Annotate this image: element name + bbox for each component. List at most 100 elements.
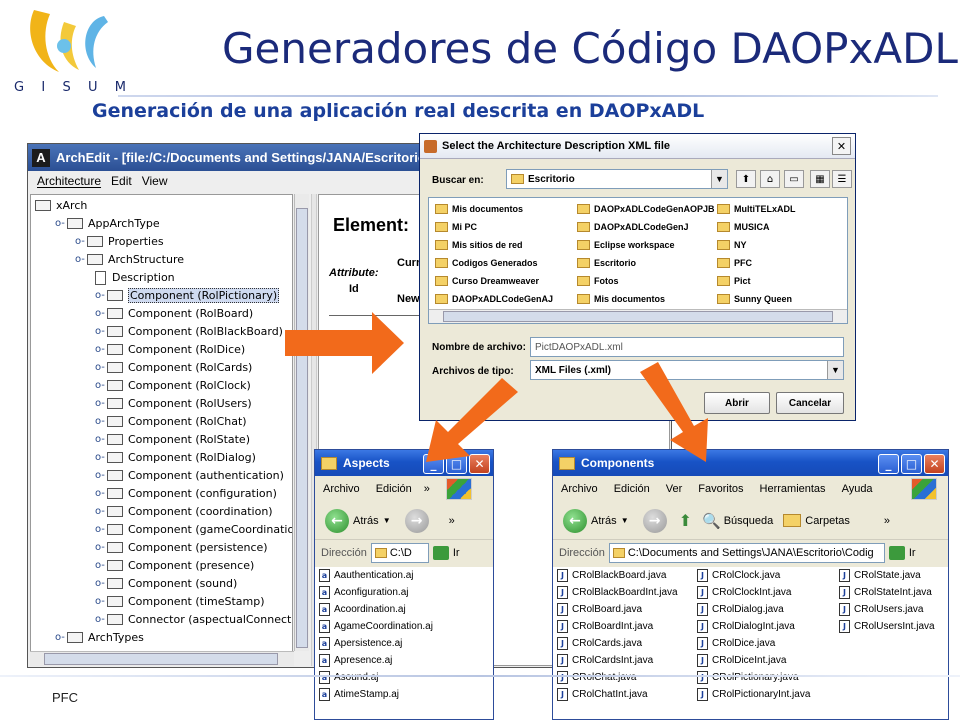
lookin-combo[interactable]: Escritorio ▼ bbox=[506, 169, 728, 189]
cancel-button[interactable]: Cancelar bbox=[776, 392, 844, 414]
menu-archivo[interactable]: Archivo bbox=[553, 483, 606, 495]
expand-handle-icon[interactable]: o- bbox=[95, 578, 107, 589]
folder-item[interactable]: DAOPxADLCodeGenAJ bbox=[435, 291, 553, 307]
expand-handle-icon[interactable]: o- bbox=[95, 542, 107, 553]
scroll-thumb[interactable] bbox=[443, 311, 833, 322]
go-icon[interactable] bbox=[432, 546, 449, 560]
menu-edit[interactable]: Edit bbox=[106, 174, 137, 188]
file-item[interactable]: a Asound.aj bbox=[319, 669, 378, 685]
menu-herramientas[interactable]: Herramientas bbox=[752, 483, 834, 495]
expand-handle-icon[interactable]: o- bbox=[95, 344, 107, 355]
file-item[interactable]: a Aauthentication.aj bbox=[319, 567, 414, 583]
folder-item[interactable]: NY bbox=[717, 237, 747, 253]
folder-item[interactable]: Mis documentos bbox=[577, 291, 665, 307]
folder-item[interactable]: Curso Dreamweaver bbox=[435, 273, 539, 289]
menu-favoritos[interactable]: Favoritos bbox=[690, 483, 751, 495]
file-item[interactable]: J CRolUsersInt.java bbox=[839, 618, 935, 634]
search-icon[interactable]: 🔍 bbox=[702, 512, 721, 530]
back-icon[interactable]: ← bbox=[325, 508, 349, 533]
back-label[interactable]: Atrás bbox=[353, 515, 379, 527]
file-item[interactable]: J CRolUsers.java bbox=[839, 601, 923, 617]
folder-item[interactable]: PFC bbox=[717, 255, 752, 271]
tree-node[interactable]: o- Component (gameCoordination) bbox=[95, 521, 292, 538]
tree-node[interactable]: Description bbox=[95, 269, 175, 286]
tree-node[interactable]: o- Connector (aspectualConnector) bbox=[95, 611, 292, 628]
toolbar-more[interactable]: » bbox=[449, 515, 455, 527]
tree-node[interactable]: o- Component (persistence) bbox=[95, 539, 268, 556]
file-item[interactable]: a Aconfiguration.aj bbox=[319, 584, 409, 600]
list-view-icon[interactable]: ▦ bbox=[810, 170, 830, 188]
aspects-file-list[interactable]: a Aauthentication.aj a Aconfiguration.aj a Ac… bbox=[315, 567, 493, 719]
dialog-titlebar[interactable]: Select the Architecture Description XML … bbox=[420, 134, 855, 159]
forward-icon[interactable]: → bbox=[404, 508, 429, 533]
file-item[interactable]: J CRolStateInt.java bbox=[839, 584, 932, 600]
file-item[interactable]: J CRolClock.java bbox=[697, 567, 780, 583]
tree-node[interactable]: o- Component (RolState) bbox=[95, 431, 250, 448]
chevron-down-icon[interactable]: ▼ bbox=[827, 361, 843, 379]
menu-ayuda[interactable]: Ayuda bbox=[834, 483, 881, 495]
minimize-button[interactable]: _ bbox=[423, 454, 444, 474]
expand-handle-icon[interactable]: o- bbox=[95, 488, 107, 499]
up-folder-icon[interactable]: ⬆ bbox=[736, 170, 756, 188]
dialog-file-list[interactable]: Mis documentos DAOPxADLCodeGenAOPJB MultiT… bbox=[428, 197, 848, 324]
tree-node[interactable]: o- Component (RolDialog) bbox=[95, 449, 256, 466]
go-icon[interactable] bbox=[888, 546, 905, 560]
file-item[interactable]: J CRolDiceInt.java bbox=[697, 652, 786, 668]
file-item[interactable]: a Apresence.aj bbox=[319, 652, 392, 668]
minimize-button[interactable]: _ bbox=[878, 454, 899, 474]
expand-handle-icon[interactable]: o- bbox=[95, 524, 107, 535]
tree-node[interactable]: o- ArchStructure bbox=[75, 251, 184, 268]
expand-handle-icon[interactable]: o- bbox=[95, 614, 107, 625]
file-item[interactable]: J CRolState.java bbox=[839, 567, 921, 583]
tree-node[interactable]: o- ArchTypes bbox=[55, 629, 144, 646]
expand-handle-icon[interactable]: o- bbox=[95, 452, 107, 463]
architecture-tree[interactable]: xArch o- AppArchType o- Properties o- ArchStru… bbox=[30, 194, 293, 666]
folder-item[interactable]: Fotos bbox=[577, 273, 619, 289]
file-item[interactable]: J CRolCards.java bbox=[557, 635, 642, 651]
toolbar-more[interactable]: » bbox=[884, 515, 890, 527]
folders-icon[interactable] bbox=[783, 514, 802, 527]
tree-node[interactable]: o- Properties bbox=[75, 233, 164, 250]
menu-architecture[interactable]: Architecture bbox=[32, 174, 106, 188]
tree-node[interactable]: o- Component (presence) bbox=[95, 557, 254, 574]
expand-handle-icon[interactable]: o- bbox=[75, 254, 87, 265]
file-item[interactable]: J CRolCardsInt.java bbox=[557, 652, 653, 668]
expand-handle-icon[interactable]: o- bbox=[95, 398, 107, 409]
back-icon[interactable]: ← bbox=[563, 508, 587, 533]
components-file-list[interactable]: J CRolBlackBoard.java J CRolClock.java J CRol… bbox=[553, 567, 948, 719]
maximize-button[interactable]: □ bbox=[446, 454, 467, 474]
expand-handle-icon[interactable]: o- bbox=[95, 380, 107, 391]
folder-item[interactable]: DAOPxADLCodeGenAOPJB bbox=[577, 201, 715, 217]
tree-node[interactable]: o- AppArchType bbox=[55, 215, 160, 232]
expand-handle-icon[interactable]: o- bbox=[55, 218, 67, 229]
search-label[interactable]: Búsqueda bbox=[724, 515, 774, 527]
tree-node[interactable]: o- Component (configuration) bbox=[95, 485, 277, 502]
chevron-down-icon[interactable]: ▼ bbox=[621, 516, 629, 525]
tree-node[interactable]: o- Component (timeStamp) bbox=[95, 593, 265, 610]
go-label[interactable]: Ir bbox=[909, 547, 916, 559]
folder-item[interactable]: MultiTELxADL bbox=[717, 201, 796, 217]
expand-handle-icon[interactable]: o- bbox=[95, 290, 107, 301]
file-item[interactable]: a Acoordination.aj bbox=[319, 601, 406, 617]
scroll-thumb[interactable] bbox=[44, 653, 278, 665]
new-folder-icon[interactable]: ▭ bbox=[784, 170, 804, 188]
expand-handle-icon[interactable]: o- bbox=[95, 308, 107, 319]
expand-handle-icon[interactable]: o- bbox=[55, 632, 67, 643]
folder-item[interactable]: Mis sitios de red bbox=[435, 237, 523, 253]
file-item[interactable]: J CRolBlackBoardInt.java bbox=[557, 584, 678, 600]
aspects-titlebar[interactable]: Aspects _ □ ✕ bbox=[315, 450, 493, 476]
chevron-down-icon[interactable]: ▼ bbox=[383, 516, 391, 525]
file-item[interactable]: J CRolPictionaryInt.java bbox=[697, 686, 810, 702]
menu-edicion[interactable]: Edición bbox=[606, 483, 658, 495]
folder-item[interactable]: Eclipse workspace bbox=[577, 237, 675, 253]
folder-item[interactable]: Codigos Generados bbox=[435, 255, 538, 271]
address-input[interactable]: C:\Documents and Settings\JANA\Escritori… bbox=[608, 543, 885, 563]
file-item[interactable]: J CRolClockInt.java bbox=[697, 584, 791, 600]
expand-handle-icon[interactable]: o- bbox=[95, 560, 107, 571]
tree-node[interactable]: o- Component (RolCards) bbox=[95, 359, 252, 376]
expand-handle-icon[interactable]: o- bbox=[95, 434, 107, 445]
folder-item[interactable]: Sunny Queen bbox=[717, 291, 792, 307]
tree-node[interactable]: o- Component (RolBlackBoard) bbox=[95, 323, 283, 340]
file-item[interactable]: J CRolDialog.java bbox=[697, 601, 784, 617]
file-item[interactable]: a AtimeStamp.aj bbox=[319, 686, 399, 702]
